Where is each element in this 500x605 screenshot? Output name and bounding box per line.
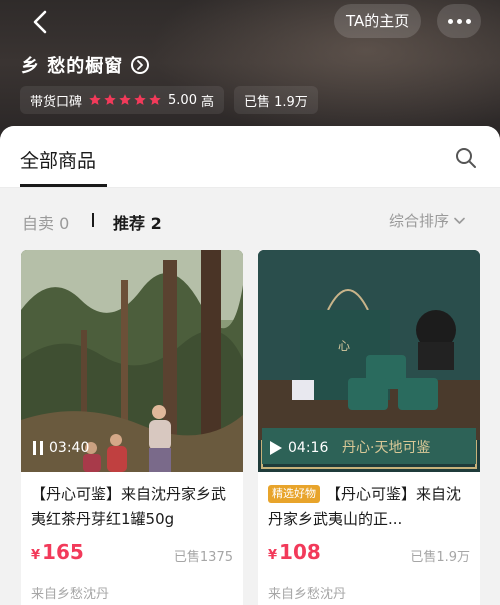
ta-home-button[interactable]: TA的主页 <box>334 4 422 38</box>
arrow-right-circle-icon <box>131 56 150 74</box>
video-duration: 04:16 <box>270 440 328 456</box>
rating-score: 5.00 <box>168 92 197 108</box>
product-title-text: 【丹心可鉴】来自沈丹家乡武夷红茶丹芽红1罐50g <box>31 485 227 528</box>
search-icon <box>456 148 476 168</box>
tab-bar: 全部商品 <box>0 126 500 188</box>
product-price: ¥108 <box>268 540 321 564</box>
tab-all-products[interactable]: 全部商品 <box>20 146 96 173</box>
chevron-down-icon <box>454 217 465 224</box>
filter-divider <box>92 213 94 227</box>
tea-set-image: 心 丹心·天地可鉴 <box>258 250 480 472</box>
star-icon <box>119 94 131 105</box>
product-video-thumbnail[interactable]: 心 丹心·天地可鉴 04:16 <box>258 250 480 472</box>
shop-stats: 带货口碑 5.00 高 已售 1.9万 <box>20 86 318 114</box>
rating-pill[interactable]: 带货口碑 5.00 高 <box>20 86 224 114</box>
sold-count: 已售 1.9万 <box>243 94 308 110</box>
filter-recommend[interactable]: 推荐 2 <box>113 210 162 234</box>
overlay-text: 丹心·天地可鉴 <box>342 440 430 456</box>
rating-label: 带货口碑 <box>30 94 83 110</box>
pause-icon <box>33 441 43 455</box>
forest-image <box>21 250 243 472</box>
back-button[interactable] <box>22 4 58 40</box>
currency-symbol: ¥ <box>31 548 41 563</box>
back-arrow-icon <box>33 10 47 34</box>
video-duration: 03:40 <box>33 440 89 456</box>
duration-text: 03:40 <box>49 440 90 456</box>
filter-self-sold[interactable]: 自卖 0 <box>22 210 69 234</box>
product-sold-count: 已售1375 <box>173 550 233 565</box>
tab-underline <box>20 184 107 187</box>
product-title: 【丹心可鉴】来自沈丹家乡武夷红茶丹芽红1罐50g <box>31 482 237 532</box>
product-panel: 全部商品 自卖 0 推荐 2 综合排序 03:40 【丹心可鉴】来自沈丹家乡武夷… <box>0 126 500 605</box>
product-card[interactable]: 03:40 【丹心可鉴】来自沈丹家乡武夷红茶丹芽红1罐50g ¥165 已售13… <box>21 250 243 605</box>
rating-stars <box>88 93 162 107</box>
star-icon <box>149 94 161 105</box>
duration-text: 04:16 <box>288 440 329 456</box>
play-icon <box>270 441 282 455</box>
product-card[interactable]: 心 丹心·天地可鉴 04:16 精选好物 【丹心可鉴】来自沈丹家乡武夷山的正...… <box>258 250 480 605</box>
product-price: ¥165 <box>31 540 84 564</box>
star-icon <box>104 94 116 105</box>
sort-label: 综合排序 <box>389 212 450 230</box>
svg-text:心: 心 <box>338 339 350 353</box>
shop-name: 乡 愁的橱窗 <box>21 56 124 77</box>
star-icon <box>134 94 146 105</box>
rating-level: 高 <box>200 94 214 110</box>
sold-pill: 已售 1.9万 <box>233 86 318 114</box>
featured-badge: 精选好物 <box>268 485 320 503</box>
price-value: 108 <box>279 540 321 564</box>
product-source: 来自乡愁沈丹 <box>268 587 347 602</box>
currency-symbol: ¥ <box>268 548 278 563</box>
product-sold-count: 已售1.9万 <box>410 550 470 565</box>
product-source: 来自乡愁沈丹 <box>31 587 110 602</box>
product-title: 精选好物 【丹心可鉴】来自沈丹家乡武夷山的正... <box>268 482 474 532</box>
price-value: 165 <box>42 540 84 564</box>
search-button[interactable] <box>454 146 478 170</box>
filter-bar: 自卖 0 推荐 2 综合排序 <box>0 188 500 252</box>
shop-name-link[interactable]: 乡 愁的橱窗 <box>21 52 150 78</box>
more-button[interactable] <box>437 4 481 38</box>
star-icon <box>89 94 101 105</box>
product-video-thumbnail[interactable]: 03:40 <box>21 250 243 472</box>
sort-dropdown[interactable]: 综合排序 <box>389 210 465 231</box>
shop-header: TA的主页 乡 愁的橱窗 带货口碑 5.00 高 已售 1.9万 <box>0 0 500 140</box>
more-dots-icon <box>447 18 453 24</box>
